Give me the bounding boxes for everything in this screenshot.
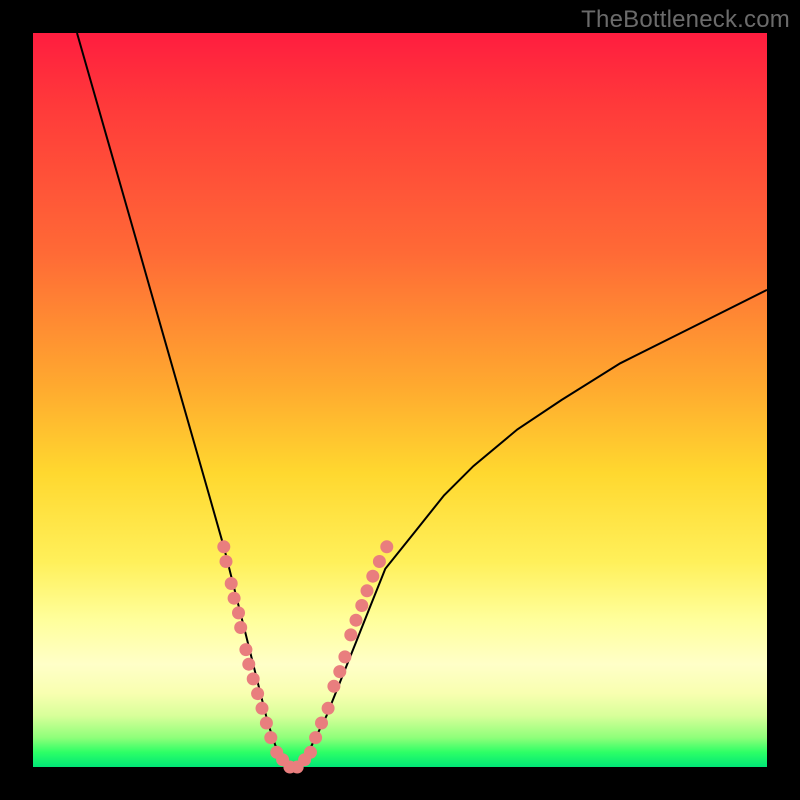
sample-dot bbox=[350, 614, 363, 627]
sample-dot bbox=[304, 746, 317, 759]
sample-dot bbox=[251, 687, 264, 700]
sample-dot bbox=[361, 584, 374, 597]
sample-dot bbox=[242, 658, 255, 671]
sample-dot bbox=[327, 680, 340, 693]
curve-svg bbox=[33, 33, 767, 767]
sample-dot bbox=[380, 540, 393, 553]
sample-dot bbox=[322, 702, 335, 715]
sample-dot bbox=[228, 592, 241, 605]
bottleneck-curve bbox=[77, 33, 767, 767]
sample-dot bbox=[256, 702, 269, 715]
sample-dot bbox=[344, 628, 357, 641]
sample-dot bbox=[309, 731, 322, 744]
chart-frame: TheBottleneck.com bbox=[0, 0, 800, 800]
sample-dot bbox=[333, 665, 346, 678]
sample-dot bbox=[234, 621, 247, 634]
sample-dot bbox=[247, 672, 260, 685]
sample-dot bbox=[217, 540, 230, 553]
sample-dot bbox=[264, 731, 277, 744]
sample-dot bbox=[220, 555, 233, 568]
watermark-text: TheBottleneck.com bbox=[581, 6, 790, 34]
sample-dot bbox=[260, 717, 273, 730]
sample-dot bbox=[225, 577, 238, 590]
sample-dot bbox=[315, 717, 328, 730]
sample-dot bbox=[366, 570, 379, 583]
sample-dot bbox=[355, 599, 368, 612]
sample-dots-group bbox=[217, 540, 393, 773]
sample-dot bbox=[338, 650, 351, 663]
sample-dot bbox=[373, 555, 386, 568]
sample-dot bbox=[239, 643, 252, 656]
sample-dot bbox=[232, 606, 245, 619]
